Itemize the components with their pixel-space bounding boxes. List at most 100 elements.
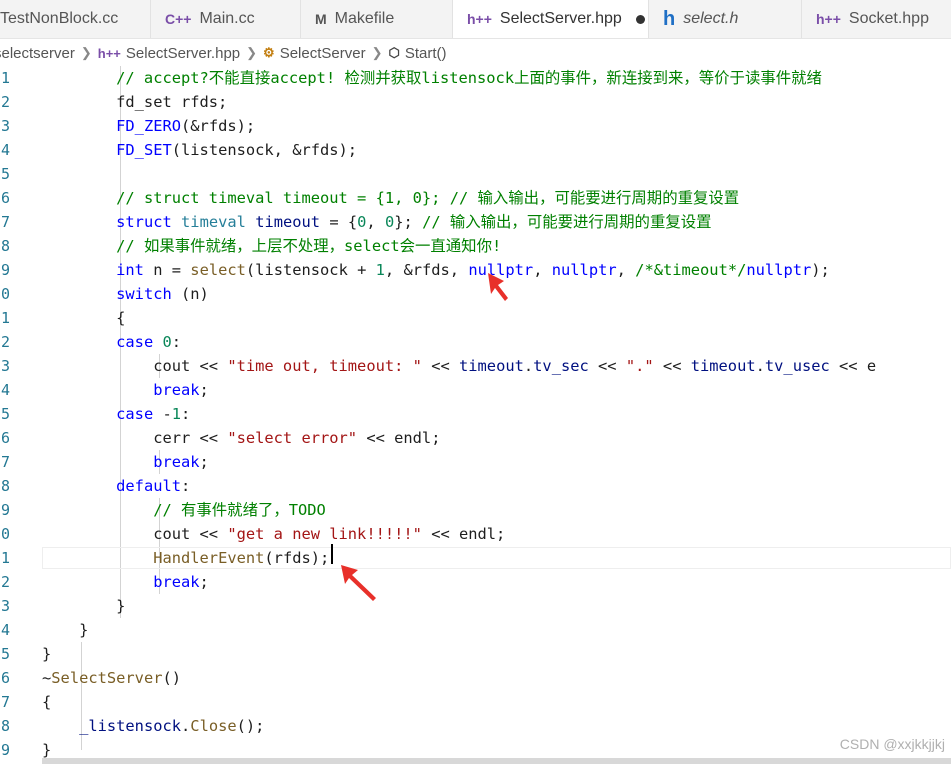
line-number: 9 [0,501,10,519]
code-line[interactable]: 1 { [0,306,951,330]
text-cursor [331,544,333,564]
code-token: 1 [171,405,182,423]
breadcrumb-method[interactable]: Start() [405,45,447,62]
code-token: << [588,357,626,375]
code-line[interactable]: 6 // struct timeval timeout = {1, 0}; //… [0,186,951,210]
breadcrumb-file[interactable]: SelectServer.hpp [126,45,240,62]
code-token: break [153,573,200,591]
code-line[interactable]: 4 FD_SET(listensock, &rfds); [0,138,951,162]
code-line[interactable]: 1 // accept?不能直接accept! 检测并获取listensock上… [0,66,951,90]
code-text: // 有事件就绪了，TODO [42,498,326,522]
code-token: tv_sec [533,357,589,375]
annotation-arrow-icon [488,273,508,301]
code-line[interactable]: 6 ~SelectServer() [0,666,951,690]
h-file-icon: h [663,7,676,30]
code-text: break; [42,378,209,402]
code-line[interactable]: 0 switch (n) [0,282,951,306]
cpp-file-icon: C++ [165,11,192,27]
makefile-icon: M [315,11,327,27]
code-token: : [181,405,191,423]
tab-selectserver-hpp[interactable]: h++ SelectServer.hpp [453,0,649,38]
code-token: FD_ZERO [116,117,182,135]
horizontal-scrollbar[interactable] [42,758,951,764]
code-text: int n = select(listensock + 1, &rfds, nu… [42,258,830,282]
code-token: . [181,717,191,735]
code-text: cerr << "select error" << endl; [42,426,440,450]
line-number: 4 [0,621,10,639]
line-number: 6 [0,429,10,447]
code-line[interactable]: 2 case 0: [0,330,951,354]
line-number: 3 [0,357,10,375]
line-number: 1 [0,549,10,567]
code-line[interactable]: 7 break; [0,450,951,474]
code-line[interactable]: 5 [0,162,951,186]
code-token: nullptr [746,261,812,279]
code-line[interactable]: 3 cout << "time out, timeout: " << timeo… [0,354,951,378]
code-token: } [42,621,89,639]
code-text: _listensock.Close(); [42,714,264,738]
code-text: } [42,594,125,618]
code-line[interactable]: 7{ [0,690,951,714]
code-token: select [190,261,246,279]
code-line[interactable]: 4 break; [0,378,951,402]
tab-label: TestNonBlock.cc [0,10,119,27]
breadcrumb: selectserver ❯ h++ SelectServer.hpp ❯ ⚙ … [0,40,951,66]
code-token: : [181,477,191,495]
code-token: case [116,405,154,423]
hpp-file-icon: h++ [467,11,492,27]
tab-socket-hpp[interactable]: h++ Socket.hpp [802,0,951,38]
line-number: 7 [0,693,10,711]
code-token: . [755,357,765,375]
code-token: ~ [42,669,52,687]
breadcrumb-class[interactable]: SelectServer [280,45,366,62]
code-token: (&rfds); [181,117,256,135]
code-token: tv_usec [764,357,830,375]
code-text: struct timeval timeout = {0, 0}; // 输入输出… [42,210,711,234]
code-token: default [116,477,182,495]
code-line[interactable]: 2 fd_set rfds; [0,90,951,114]
code-editor[interactable]: 1 // accept?不能直接accept! 检测并获取listensock上… [0,66,951,764]
code-line[interactable]: 8 _listensock.Close(); [0,714,951,738]
code-line[interactable]: 7 struct timeval timeout = {0, 0}; // 输入… [0,210,951,234]
code-line[interactable]: 8 // 如果事件就绪，上层不处理，select会一直通知你! [0,234,951,258]
tab-main-cc[interactable]: C++ Main.cc [151,0,301,38]
code-text: FD_ZERO(&rfds); [42,114,255,138]
code-line[interactable]: 6 cerr << "select error" << endl; [0,426,951,450]
code-line[interactable]: 5 case -1: [0,402,951,426]
code-line[interactable]: 0 cout << "get a new link!!!!!" << endl; [0,522,951,546]
code-line[interactable]: 2 break; [0,570,951,594]
code-token: // 如果事件就绪，上层不处理，select会一直通知你! [116,237,502,255]
code-token: } [42,597,126,615]
code-line[interactable]: 9 // 有事件就绪了，TODO [0,498,951,522]
method-icon: ⬡ [388,45,400,60]
code-token: // accept?不能直接accept! 检测并获取listensock上面的… [42,69,822,87]
code-token: timeval [181,213,246,231]
code-token: , &rfds, [384,261,469,279]
code-token: /*&timeout*/ [635,261,747,279]
tab-makefile[interactable]: M Makefile [301,0,453,38]
tab-select-h[interactable]: h select.h [649,0,802,38]
code-line[interactable]: 9 int n = select(listensock + 1, &rfds, … [0,258,951,282]
breadcrumb-folder[interactable]: selectserver [0,45,75,62]
code-line[interactable]: 4 } [0,618,951,642]
tab-testnonblock-cc[interactable]: TestNonBlock.cc [0,0,151,38]
code-line[interactable]: 1 HandlerEvent(rfds); [0,546,951,570]
hpp-file-icon: h++ [97,45,121,61]
code-line[interactable]: 3 FD_ZERO(&rfds); [0,114,951,138]
unsaved-dot-icon[interactable] [635,14,645,24]
code-line[interactable]: 5} [0,642,951,666]
code-token: 1 [375,261,385,279]
code-line[interactable]: 3 } [0,594,951,618]
code-line[interactable]: 8 default: [0,474,951,498]
code-token: (rfds); [264,549,330,567]
line-number: 5 [0,165,10,183]
chevron-right-icon: ❯ [80,45,92,60]
code-token: break [153,381,200,399]
line-number: 1 [0,69,10,87]
